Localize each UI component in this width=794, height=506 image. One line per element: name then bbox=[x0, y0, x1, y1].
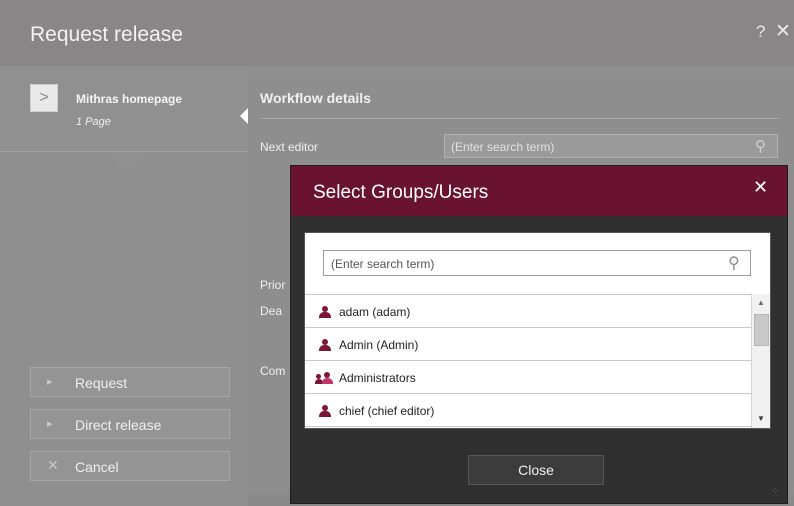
cancel-button-label: Cancel bbox=[75, 459, 119, 475]
list-item[interactable]: chief (chief editor) bbox=[305, 394, 751, 427]
list-scrollbar[interactable]: ▲ ▼ bbox=[751, 294, 770, 428]
list-item-label: adam (adam) bbox=[339, 305, 411, 319]
active-item-notch bbox=[240, 108, 248, 124]
close-button[interactable]: Close bbox=[468, 455, 604, 485]
sidebar-item-header: > Mithras homepage 1 Page bbox=[0, 66, 248, 152]
user-icon bbox=[319, 339, 331, 351]
cancel-x-icon: ✕ bbox=[47, 457, 59, 473]
user-icon bbox=[319, 306, 331, 318]
list-item-label: chief (chief editor) bbox=[339, 404, 435, 418]
expand-arrow-button[interactable]: > bbox=[30, 84, 58, 112]
help-icon[interactable]: ? bbox=[756, 22, 765, 42]
sidebar-item-subtitle: 1 Page bbox=[76, 116, 111, 128]
close-icon[interactable]: ✕ bbox=[775, 20, 791, 43]
comment-label: Com bbox=[260, 364, 286, 378]
user-search-input[interactable]: (Enter search term) ⚲ bbox=[323, 250, 751, 276]
divider bbox=[260, 118, 780, 119]
play-icon: ▸ bbox=[47, 376, 53, 388]
search-icon[interactable]: ⚲ bbox=[728, 253, 740, 273]
modal-body: (Enter search term) ⚲ adam (adam) Admin … bbox=[304, 232, 771, 429]
resize-grip-icon[interactable]: ⁘ bbox=[771, 486, 779, 497]
user-search-placeholder: (Enter search term) bbox=[331, 257, 435, 271]
dialog-titlebar: Request release ? ✕ bbox=[0, 0, 794, 66]
modal-titlebar: Select Groups/Users ✕ bbox=[291, 166, 787, 216]
play-icon: ▸ bbox=[47, 418, 53, 430]
request-button-label: Request bbox=[75, 375, 128, 391]
direct-release-button[interactable]: ▸ Direct release bbox=[30, 409, 230, 439]
user-icon bbox=[319, 405, 331, 417]
list-item[interactable]: Administrators bbox=[305, 361, 751, 394]
next-editor-placeholder: (Enter search term) bbox=[451, 140, 555, 154]
deadline-label: Dea bbox=[260, 304, 283, 318]
list-item[interactable]: adam (adam) bbox=[305, 295, 751, 328]
list-item[interactable]: Admin (Admin) bbox=[305, 328, 751, 361]
cancel-button[interactable]: ✕ Cancel bbox=[30, 451, 230, 481]
scroll-thumb[interactable] bbox=[754, 314, 769, 346]
dialog-title: Request release bbox=[30, 23, 183, 46]
workflow-heading: Workflow details bbox=[260, 90, 371, 106]
pointer-icon bbox=[104, 152, 148, 172]
modal-title: Select Groups/Users bbox=[313, 182, 489, 203]
list-item-label: Administrators bbox=[339, 371, 416, 385]
close-icon[interactable]: ✕ bbox=[753, 177, 768, 198]
sidebar-item-title: Mithras homepage bbox=[76, 92, 183, 106]
scroll-down-arrow-icon[interactable]: ▼ bbox=[757, 414, 765, 423]
group-icon bbox=[315, 372, 334, 384]
select-groups-users-modal: Select Groups/Users ✕ (Enter search term… bbox=[290, 165, 788, 504]
user-list: adam (adam) Admin (Admin) Administrators… bbox=[305, 294, 751, 428]
next-editor-search-input[interactable]: (Enter search term) ⚲ bbox=[444, 134, 778, 158]
sidebar: > Mithras homepage 1 Page ▸ Request ▸ Di… bbox=[0, 66, 248, 506]
scroll-up-arrow-icon[interactable]: ▲ bbox=[757, 298, 765, 307]
list-item-label: Admin (Admin) bbox=[339, 338, 419, 352]
next-editor-label: Next editor bbox=[260, 140, 319, 154]
direct-release-button-label: Direct release bbox=[75, 417, 162, 433]
priority-label: Prior bbox=[260, 278, 286, 292]
request-button[interactable]: ▸ Request bbox=[30, 367, 230, 397]
search-icon: ⚲ bbox=[755, 138, 766, 155]
